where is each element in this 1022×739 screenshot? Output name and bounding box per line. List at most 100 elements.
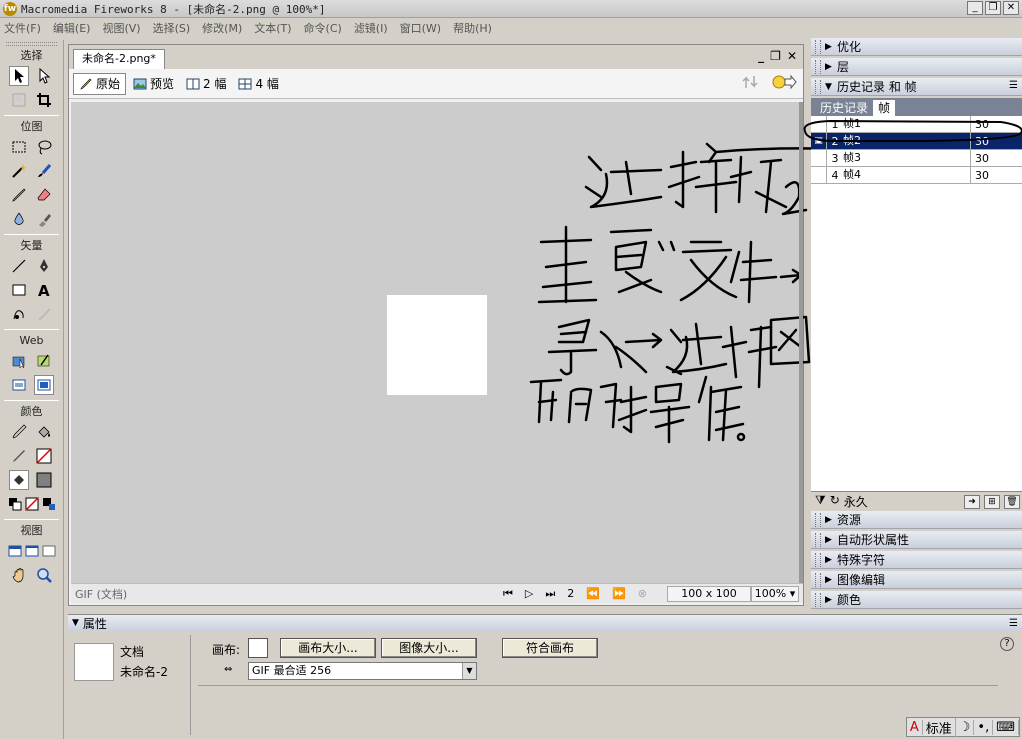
menu-modify[interactable]: 修改(M) xyxy=(202,20,242,36)
restore-button[interactable]: ❐ xyxy=(985,1,1001,15)
properties-header[interactable]: ▼ 属性 ☰ xyxy=(68,615,1022,631)
menu-edit[interactable]: 编辑(E) xyxy=(53,20,91,36)
document-close-button[interactable]: ✕ xyxy=(787,49,797,63)
close-button[interactable]: ✕ xyxy=(1003,1,1019,15)
help-icon[interactable]: ? xyxy=(1000,637,1014,651)
pen-tool-icon[interactable] xyxy=(34,256,54,276)
eyedropper-tool-icon[interactable] xyxy=(9,422,29,442)
panel-layers-header[interactable]: ▶ 层 xyxy=(811,58,1022,76)
panel-assets-header[interactable]: ▶ 资源 xyxy=(811,511,1022,529)
menu-view[interactable]: 视图(V) xyxy=(102,20,140,36)
zoom-select[interactable]: 100% ▾ xyxy=(751,585,799,602)
ime-mode-icon[interactable]: A xyxy=(907,719,923,735)
fit-canvas-button[interactable]: 符合画布 xyxy=(502,638,598,658)
hand-tool-icon[interactable] xyxy=(9,565,29,585)
quick-export-icon[interactable] xyxy=(741,73,759,91)
tab-2-up[interactable]: 2 幅 xyxy=(181,73,231,95)
full-screen-menus-mode-icon[interactable] xyxy=(23,541,40,561)
magic-wand-tool-icon[interactable] xyxy=(9,161,29,181)
document-size[interactable]: 100 x 100 xyxy=(667,585,751,602)
next-frame-button[interactable]: ⏩ xyxy=(612,587,626,600)
ime-standard[interactable]: 标准 xyxy=(923,717,956,737)
vertical-scrollbar[interactable] xyxy=(799,102,803,585)
knife-tool-icon[interactable] xyxy=(34,304,54,324)
delete-frame-icon[interactable]: 🗑 xyxy=(1004,494,1020,509)
crop-tool-icon[interactable] xyxy=(34,90,54,110)
rubber-stamp-tool-icon[interactable] xyxy=(34,209,54,229)
ime-fullwidth-icon[interactable]: ☽ xyxy=(956,719,975,735)
default-colors-icon[interactable] xyxy=(6,494,23,514)
onion-skinning-icon[interactable]: ⧩ xyxy=(815,493,826,510)
panel-auto-shape-properties-header[interactable]: ▶ 自动形状属性 xyxy=(811,531,1022,549)
minimize-button[interactable]: _ xyxy=(967,1,983,15)
panel-special-characters-header[interactable]: ▶ 特殊字符 xyxy=(811,551,1022,569)
rectangle-tool-icon[interactable] xyxy=(9,280,29,300)
slice-tool-icon[interactable] xyxy=(34,351,54,371)
no-stroke-fill-icon[interactable] xyxy=(23,494,40,514)
brush-tool-icon[interactable] xyxy=(34,161,54,181)
add-frame-icon[interactable]: ⊞ xyxy=(984,494,1000,509)
tab-preview[interactable]: 预览 xyxy=(128,73,179,95)
menu-window[interactable]: 窗口(W) xyxy=(400,20,441,36)
blur-tool-icon[interactable] xyxy=(9,209,29,229)
canvas-area[interactable] xyxy=(71,102,915,585)
zoom-tool-icon[interactable] xyxy=(34,565,54,585)
subselection-tool-icon[interactable] xyxy=(34,66,54,86)
frames-panel-footer: ⧩ ↻ 永久 ➜ ⊞ 🗑 xyxy=(811,491,1022,511)
pointer-tool-icon[interactable] xyxy=(8,66,29,86)
show-slices-icon[interactable] xyxy=(34,375,55,395)
document-tab[interactable]: 未命名-2.png* xyxy=(73,49,165,69)
panel-color-header[interactable]: ▶ 颜色 xyxy=(811,591,1022,609)
text-tool-icon[interactable]: A xyxy=(34,280,54,300)
panel-image-editing-header[interactable]: ▶ 图像编辑 xyxy=(811,571,1022,589)
document-minimize-button[interactable]: _ xyxy=(758,49,764,63)
properties-title: 属性 xyxy=(82,616,107,631)
panel-options-menu-icon[interactable]: ☰ xyxy=(1009,618,1018,629)
panel-optimize-header[interactable]: ▶ 优化 xyxy=(811,38,1022,56)
frame-row[interactable]: 4 帧4 30 xyxy=(811,166,1022,184)
eraser-tool-icon[interactable] xyxy=(34,185,54,205)
standard-screen-mode-icon[interactable] xyxy=(6,541,23,561)
scale-tool-icon[interactable] xyxy=(9,90,29,110)
menu-select[interactable]: 选择(S) xyxy=(153,20,191,36)
loop-setting[interactable]: 永久 xyxy=(844,493,868,510)
image-size-button[interactable]: 图像大小... xyxy=(381,638,477,658)
pencil-tool-icon[interactable] xyxy=(9,185,29,205)
panel-options-menu-icon[interactable]: ☰ xyxy=(1009,80,1018,91)
stroke-color-swatch[interactable] xyxy=(34,446,54,466)
marquee-tool-icon[interactable] xyxy=(9,137,29,157)
launch-bridge-icon[interactable] xyxy=(771,73,797,91)
paint-bucket-tool-icon[interactable] xyxy=(34,422,54,442)
swap-colors-icon[interactable] xyxy=(40,494,57,514)
last-frame-button[interactable]: ⏭ xyxy=(545,587,555,601)
tab-4-up[interactable]: 4 幅 xyxy=(233,73,283,95)
distribute-to-frames-icon[interactable]: ➜ xyxy=(964,494,980,509)
menu-help[interactable]: 帮助(H) xyxy=(453,20,492,36)
hide-slices-icon[interactable] xyxy=(9,375,29,395)
tab-original[interactable]: 原始 xyxy=(73,72,127,95)
lasso-tool-icon[interactable] xyxy=(34,137,54,157)
hotspot-tool-icon[interactable] xyxy=(9,351,29,371)
panel-history-frames-header[interactable]: ▼ 历史记录 和 帧 ☰ xyxy=(811,78,1022,96)
fill-color-swatch[interactable] xyxy=(34,470,54,490)
ime-keyboard-icon[interactable]: ⌨ xyxy=(993,719,1019,735)
full-screen-mode-icon[interactable] xyxy=(40,541,57,561)
menu-file[interactable]: 文件(F) xyxy=(4,20,41,36)
play-button[interactable]: ▷ xyxy=(525,587,533,600)
frame-row[interactable]: 3 帧3 30 xyxy=(811,149,1022,167)
document-restore-button[interactable]: ❐ xyxy=(770,49,781,63)
stop-icon[interactable]: ⊗ xyxy=(638,587,647,600)
gif-loop-icon[interactable]: ↻ xyxy=(830,493,840,510)
previous-frame-button[interactable]: ⏪ xyxy=(586,587,600,600)
line-tool-icon[interactable] xyxy=(9,256,29,276)
first-frame-button[interactable]: ⏮ xyxy=(503,587,513,601)
canvas-size-button[interactable]: 画布大小... xyxy=(280,638,376,658)
menu-commands[interactable]: 命令(C) xyxy=(304,20,342,36)
toolbox-grip[interactable] xyxy=(6,42,57,46)
freeform-tool-icon[interactable] xyxy=(9,304,29,324)
optimize-preset-select[interactable]: GIF 最合适 256 ▼ xyxy=(248,662,477,680)
menu-filters[interactable]: 滤镜(I) xyxy=(354,20,388,36)
ime-punctuation-icon[interactable]: •, xyxy=(974,719,994,735)
canvas-color-swatch[interactable] xyxy=(248,638,268,658)
menu-text[interactable]: 文本(T) xyxy=(254,20,291,36)
